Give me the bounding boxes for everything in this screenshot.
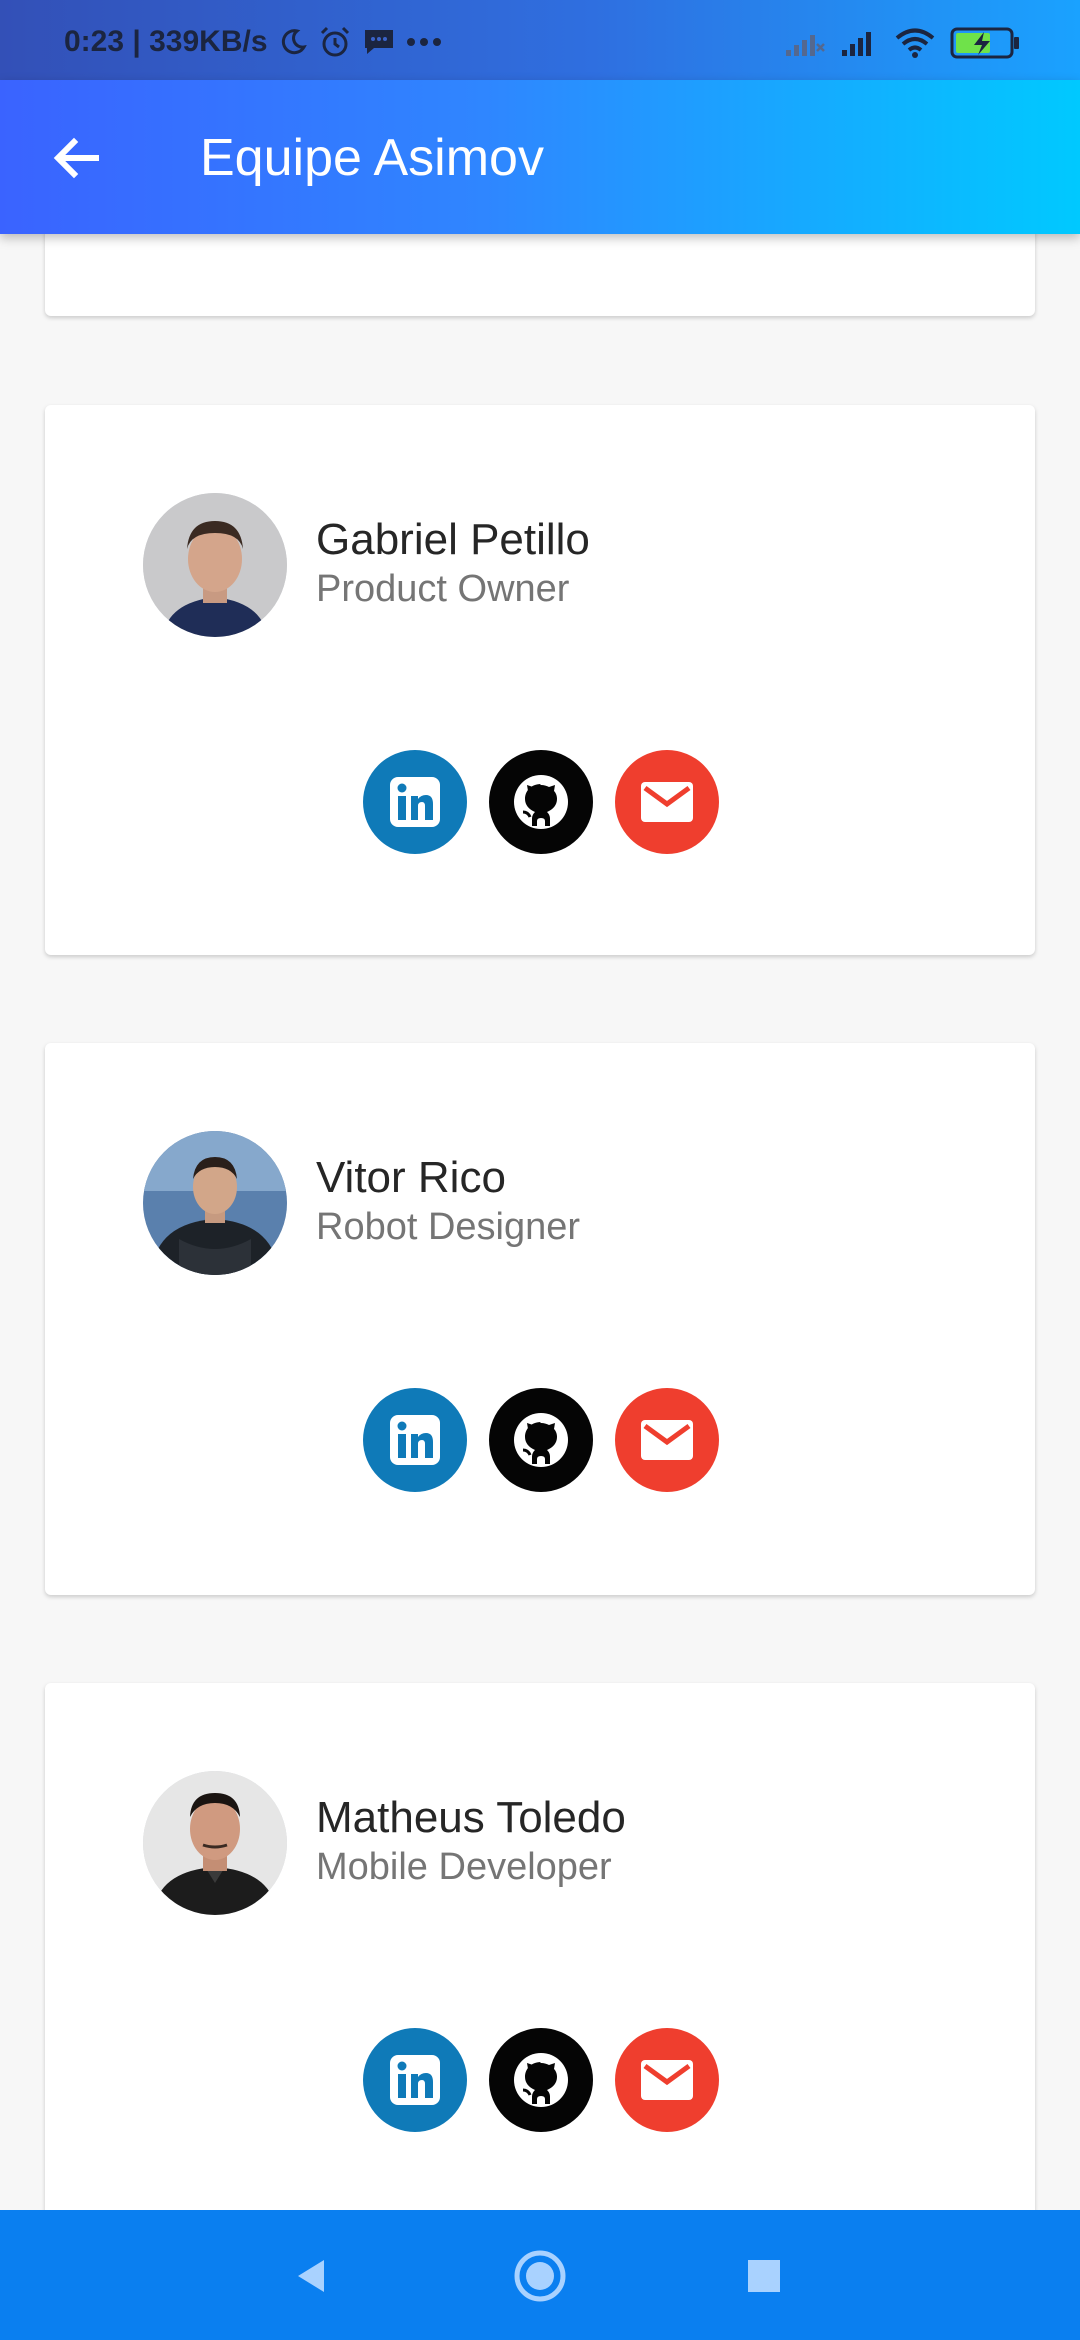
- member-name: Matheus Toledo: [316, 1793, 626, 1842]
- team-list[interactable]: Gabriel Petillo Product Owner Vitor Rico…: [0, 234, 1080, 2210]
- status-bar: 0:23 | 339KB/s: [0, 0, 1080, 80]
- battery-charging-icon: [950, 27, 1019, 59]
- social-links: [363, 2028, 719, 2132]
- member-name: Gabriel Petillo: [316, 515, 590, 564]
- member-card: Matheus Toledo Mobile Developer: [45, 1683, 1035, 2210]
- github-button[interactable]: [489, 750, 593, 854]
- member-name: Vitor Rico: [316, 1153, 506, 1202]
- social-links: [363, 750, 719, 854]
- nav-back-button[interactable]: [284, 2248, 340, 2304]
- member-role: Robot Designer: [316, 1206, 581, 1248]
- recents-square-icon: [748, 2260, 780, 2292]
- github-button[interactable]: [489, 2028, 593, 2132]
- email-button[interactable]: [615, 2028, 719, 2132]
- status-time-speed: 0:23 | 339KB/s: [64, 25, 268, 58]
- member-card: Gabriel Petillo Product Owner: [45, 405, 1035, 955]
- app-bar: Equipe Asimov: [0, 80, 1080, 234]
- mail-icon: [641, 1420, 693, 1460]
- mail-icon: [641, 782, 693, 822]
- page-title: Equipe Asimov: [200, 129, 544, 187]
- back-triangle-icon: [298, 2260, 324, 2292]
- github-icon: [514, 775, 568, 829]
- arrow-left-icon: [53, 137, 99, 179]
- linkedin-button[interactable]: [363, 750, 467, 854]
- email-button[interactable]: [615, 750, 719, 854]
- home-circle-icon: [514, 2250, 566, 2302]
- email-button[interactable]: [615, 1388, 719, 1492]
- member-role: Mobile Developer: [316, 1846, 612, 1888]
- linkedin-button[interactable]: [363, 2028, 467, 2132]
- avatar: [143, 1771, 287, 1915]
- avatar: [143, 1131, 287, 1275]
- member-role: Product Owner: [316, 568, 570, 610]
- member-card-partial: [45, 234, 1035, 316]
- signal-icon: [842, 32, 871, 56]
- nav-home-button[interactable]: [512, 2248, 568, 2304]
- linkedin-button[interactable]: [363, 1388, 467, 1492]
- nav-recents-button[interactable]: [736, 2248, 792, 2304]
- member-card: Vitor Rico Robot Designer: [45, 1043, 1035, 1595]
- github-icon: [514, 2053, 568, 2107]
- message-icon: [364, 30, 393, 54]
- moon-icon: [281, 29, 307, 55]
- wifi-icon: [895, 28, 935, 58]
- signal-x-icon: [786, 35, 825, 56]
- github-icon: [514, 1413, 568, 1467]
- github-button[interactable]: [489, 1388, 593, 1492]
- linkedin-icon: [390, 2055, 440, 2105]
- back-button[interactable]: [44, 126, 108, 190]
- mail-icon: [641, 2060, 693, 2100]
- more-dots-icon: [406, 38, 441, 46]
- system-nav-bar: [0, 2210, 1080, 2340]
- avatar: [143, 493, 287, 637]
- social-links: [363, 1388, 719, 1492]
- linkedin-icon: [390, 1415, 440, 1465]
- alarm-icon: [320, 26, 349, 57]
- linkedin-icon: [390, 777, 440, 827]
